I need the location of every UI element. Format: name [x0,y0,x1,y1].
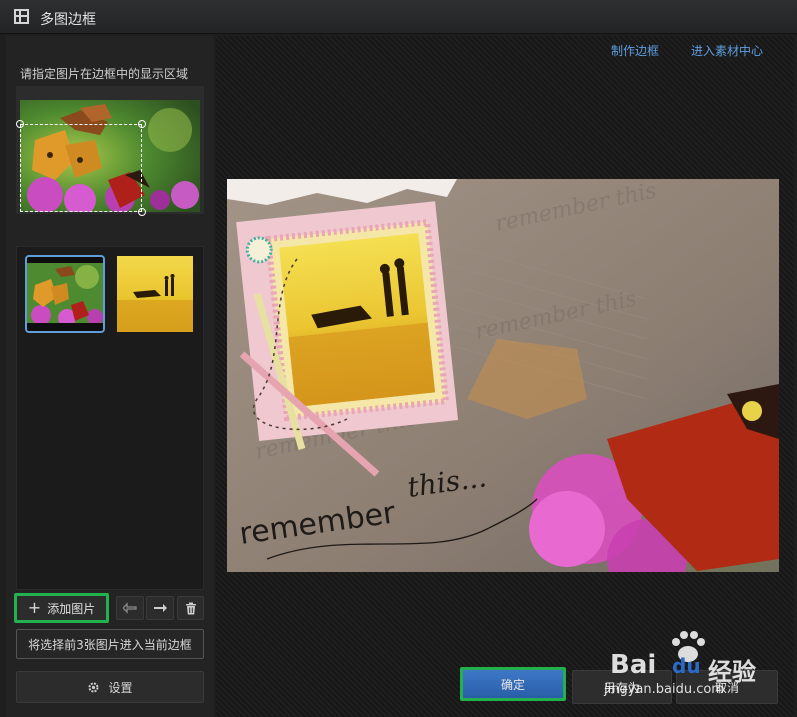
arrow-right-icon [154,604,167,612]
frame-icon [14,9,29,24]
crop-selection-box[interactable] [20,124,142,212]
add-image-label: 添加图片 [47,601,96,616]
cancel-button[interactable]: 取消 [676,670,778,704]
ok-label: 确定 [500,677,525,692]
thumbnail-beach[interactable] [117,256,193,332]
fill-frame-button[interactable]: 将选择前3张图片进入当前边框 [16,629,204,659]
gear-icon [88,682,99,692]
thumbnail-butterfly[interactable] [25,255,105,333]
plus-icon: + [27,598,42,617]
move-right-button[interactable] [146,596,174,620]
save-as-button[interactable]: 另存为 [572,670,672,704]
material-center-link[interactable]: 进入素材中心 [691,42,763,59]
settings-button[interactable]: 设置 [16,671,204,703]
display-area-hint: 请指定图片在边框中的显示区域 [20,67,189,81]
window-title: 多图边框 [40,12,96,28]
make-frame-link[interactable]: 制作边框 [611,42,659,59]
save-as-label: 另存为 [603,680,640,695]
trash-icon [185,602,196,614]
cancel-label: 取消 [714,680,739,695]
fill-frame-label: 将选择前3张图片进入当前边框 [28,637,192,652]
delete-image-button[interactable] [177,596,204,620]
title-bar: 多图边框 [0,0,797,34]
crop-handle-top-left[interactable] [16,120,24,128]
frame-preview: remember this remember this remember thi… [227,179,779,572]
crop-handle-bottom-right[interactable] [138,208,146,216]
settings-label: 设置 [108,680,133,695]
crop-handle-top-right[interactable] [138,120,146,128]
preview-panel: 制作边框 进入素材中心 remember this remember this … [216,36,794,717]
move-left-button[interactable] [116,596,144,620]
ok-button[interactable]: 确定 [460,667,566,701]
add-image-button[interactable]: + 添加图片 [14,593,109,623]
arrow-left-icon [123,602,137,614]
